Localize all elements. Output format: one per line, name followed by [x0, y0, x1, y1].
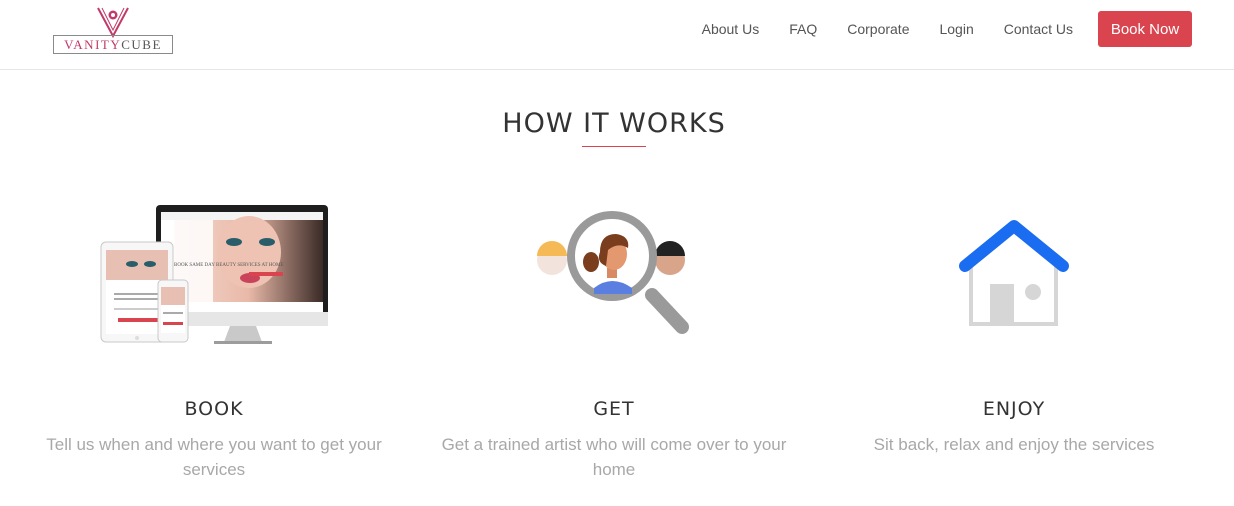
nav-login[interactable]: Login — [939, 21, 973, 37]
logo-v-mark-icon — [97, 7, 129, 38]
step-get: GET Get a trained artist who will come o… — [434, 190, 794, 479]
step-enjoy: ENJOY Sit back, relax and enjoy the serv… — [834, 190, 1194, 454]
nav-about-us[interactable]: About Us — [702, 21, 760, 37]
step-desc-book-line1: Tell us when and where you want to get y… — [46, 435, 382, 454]
top-navbar: VANITYCUBE About Us FAQ Corporate Login … — [0, 0, 1234, 70]
step-title-get: GET — [593, 398, 635, 420]
title-underline — [582, 146, 646, 147]
vanitycube-logo[interactable]: VANITYCUBE — [53, 6, 173, 56]
step-desc-book-line2: services — [182, 460, 246, 479]
house-illustration — [834, 190, 1194, 350]
nav-faq[interactable]: FAQ — [789, 21, 817, 37]
step-title-enjoy: ENJOY — [982, 398, 1046, 420]
magnifier-artist-icon — [537, 211, 689, 334]
monitor-tagline: BOOK SAME DAY BEAUTY SERVICES AT HOME — [174, 263, 284, 268]
nav-corporate[interactable]: Corporate — [847, 21, 909, 37]
step-desc-enjoy-line1: Sit back, relax and enjoy the services — [873, 435, 1155, 454]
step-desc-get-line1: Get a trained artist who will come over … — [441, 435, 787, 454]
step-book: BOOK SAME DAY BEAUTY SERVICES AT HOME BO… — [34, 190, 394, 479]
step-desc-book: Tell us when and where you want to get y… — [34, 432, 394, 482]
step-desc-get-line2: home — [592, 460, 636, 479]
devices-icon: BOOK SAME DAY BEAUTY SERVICES AT HOME — [100, 205, 328, 344]
logo-text-vanity: VANITY — [64, 37, 122, 52]
book-now-button[interactable]: Book Now — [1098, 11, 1192, 47]
logo-text-cube: CUBE — [121, 37, 162, 52]
logo-wordmark: VANITYCUBE — [53, 35, 173, 54]
search-artist-illustration — [434, 190, 794, 350]
step-desc-enjoy: Sit back, relax and enjoy the services — [834, 432, 1194, 457]
section-title: HOW IT WORKS — [502, 108, 726, 139]
main-nav: About Us FAQ Corporate Login Contact Us … — [702, 0, 1234, 58]
nav-contact-us[interactable]: Contact Us — [1004, 21, 1073, 37]
devices-illustration: BOOK SAME DAY BEAUTY SERVICES AT HOME — [34, 190, 394, 350]
house-icon — [959, 220, 1069, 326]
step-desc-get: Get a trained artist who will come over … — [434, 432, 794, 482]
step-title-book: BOOK — [184, 398, 244, 420]
